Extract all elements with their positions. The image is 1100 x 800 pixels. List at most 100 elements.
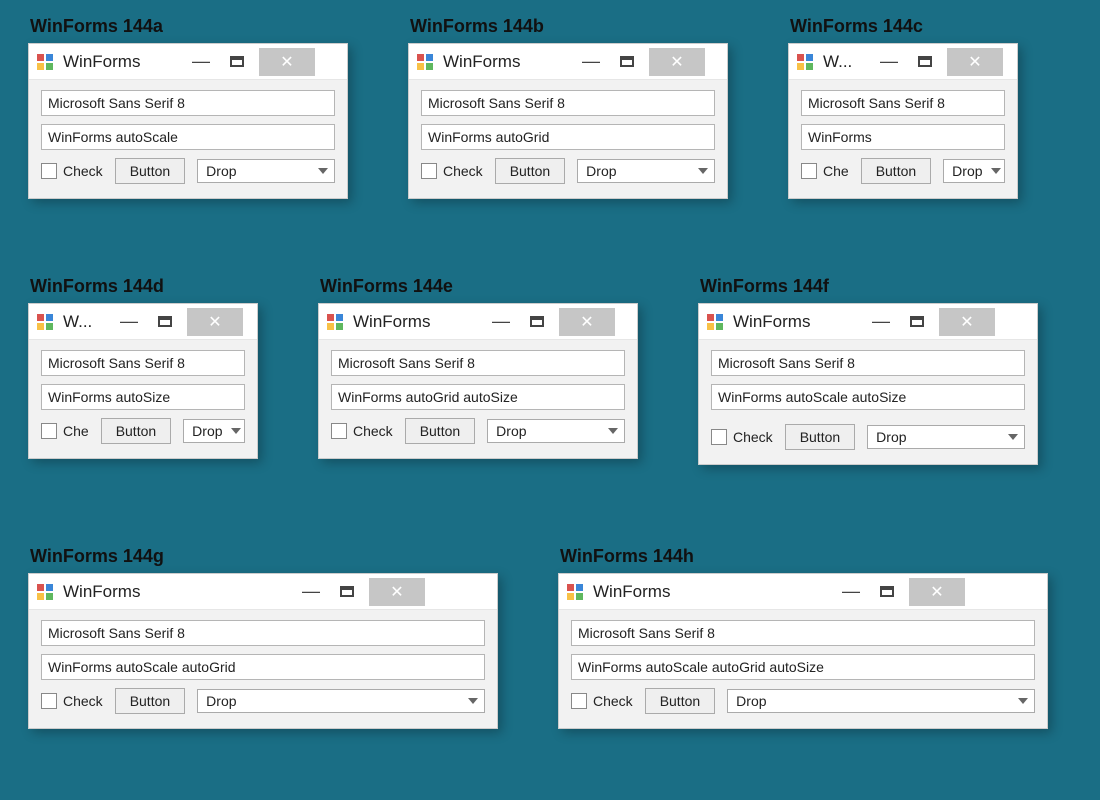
checkbox[interactable]: Che xyxy=(801,163,849,179)
close-button[interactable]: ✕ xyxy=(649,48,705,76)
dropdown[interactable]: Drop xyxy=(577,159,715,183)
textbox-2[interactable]: WinForms autoScale autoGrid xyxy=(41,654,485,680)
close-button[interactable]: ✕ xyxy=(369,578,425,606)
minimize-button[interactable]: — xyxy=(111,308,147,336)
minimize-button[interactable]: — xyxy=(293,578,329,606)
titlebar[interactable]: WinForms — ✕ xyxy=(409,44,727,80)
minimize-button[interactable]: — xyxy=(183,48,219,76)
dropdown[interactable]: Drop xyxy=(197,159,335,183)
minimize-button[interactable]: — xyxy=(863,308,899,336)
textbox-1[interactable]: Microsoft Sans Serif 8 xyxy=(421,90,715,116)
checkbox[interactable]: Check xyxy=(421,163,483,179)
close-button[interactable]: ✕ xyxy=(947,48,1003,76)
textbox-1[interactable]: Microsoft Sans Serif 8 xyxy=(571,620,1035,646)
maximize-button[interactable] xyxy=(907,48,943,76)
textbox-1[interactable]: Microsoft Sans Serif 8 xyxy=(711,350,1025,376)
checkbox-box-icon xyxy=(331,423,347,439)
panel-heading: WinForms 144c xyxy=(790,16,1018,37)
chevron-down-icon xyxy=(468,698,478,704)
dropdown[interactable]: Drop xyxy=(197,689,485,713)
close-button[interactable]: ✕ xyxy=(259,48,315,76)
app-icon xyxy=(567,584,583,600)
checkbox[interactable]: Check xyxy=(571,693,633,709)
minimize-button[interactable]: — xyxy=(871,48,907,76)
window: WinForms — ✕ Microsoft Sans Serif 8 WinF… xyxy=(408,43,728,199)
textbox-1[interactable]: Microsoft Sans Serif 8 xyxy=(331,350,625,376)
titlebar[interactable]: WinForms — ✕ xyxy=(29,44,347,80)
textbox-1[interactable]: Microsoft Sans Serif 8 xyxy=(801,90,1005,116)
titlebar[interactable]: W... — ✕ xyxy=(29,304,257,340)
minimize-button[interactable]: — xyxy=(573,48,609,76)
dropdown[interactable]: Drop xyxy=(727,689,1035,713)
dropdown-value: Drop xyxy=(876,429,906,445)
app-icon xyxy=(797,54,813,70)
button[interactable]: Button xyxy=(115,158,185,184)
dropdown-value: Drop xyxy=(952,163,982,179)
checkbox[interactable]: Check xyxy=(41,693,103,709)
checkbox[interactable]: Che xyxy=(41,423,89,439)
button[interactable]: Button xyxy=(405,418,475,444)
button[interactable]: Button xyxy=(495,158,565,184)
maximize-button[interactable] xyxy=(609,48,645,76)
minimize-icon: — xyxy=(582,51,600,72)
window-controls: — ✕ xyxy=(293,578,425,606)
button[interactable]: Button xyxy=(645,688,715,714)
close-button[interactable]: ✕ xyxy=(939,308,995,336)
checkbox-label: Che xyxy=(823,163,849,179)
panel-heading: WinForms 144e xyxy=(320,276,638,297)
minimize-button[interactable]: — xyxy=(833,578,869,606)
dropdown[interactable]: Drop xyxy=(943,159,1005,183)
textbox-1[interactable]: Microsoft Sans Serif 8 xyxy=(41,350,245,376)
controls-row: Check Button Drop xyxy=(711,424,1025,450)
minimize-button[interactable]: — xyxy=(483,308,519,336)
close-icon: ✕ xyxy=(960,312,973,332)
window-body: Microsoft Sans Serif 8 WinForms autoScal… xyxy=(29,610,497,728)
checkbox[interactable]: Check xyxy=(331,423,393,439)
maximize-button[interactable] xyxy=(869,578,905,606)
titlebar[interactable]: W... — ✕ xyxy=(789,44,1017,80)
maximize-button[interactable] xyxy=(519,308,555,336)
textbox-2[interactable]: WinForms autoScale xyxy=(41,124,335,150)
dropdown[interactable]: Drop xyxy=(487,419,625,443)
titlebar[interactable]: WinForms — ✕ xyxy=(699,304,1037,340)
textbox-2[interactable]: WinForms xyxy=(801,124,1005,150)
window: W... — ✕ Microsoft Sans Serif 8 WinForms… xyxy=(788,43,1018,199)
checkbox-box-icon xyxy=(801,163,817,179)
textbox-1[interactable]: Microsoft Sans Serif 8 xyxy=(41,620,485,646)
textbox-2[interactable]: WinForms autoGrid autoSize xyxy=(331,384,625,410)
button[interactable]: Button xyxy=(861,158,931,184)
close-icon: ✕ xyxy=(968,52,981,72)
maximize-button[interactable] xyxy=(219,48,255,76)
minimize-icon: — xyxy=(872,311,890,332)
titlebar[interactable]: WinForms — ✕ xyxy=(559,574,1047,610)
checkbox[interactable]: Check xyxy=(711,429,773,445)
titlebar[interactable]: WinForms — ✕ xyxy=(319,304,637,340)
checkbox-box-icon xyxy=(41,693,57,709)
minimize-icon: — xyxy=(492,311,510,332)
maximize-button[interactable] xyxy=(329,578,365,606)
maximize-icon xyxy=(230,56,244,67)
checkbox[interactable]: Check xyxy=(41,163,103,179)
button[interactable]: Button xyxy=(115,688,185,714)
textbox-2[interactable]: WinForms autoScale autoGrid autoSize xyxy=(571,654,1035,680)
textbox-2[interactable]: WinForms autoGrid xyxy=(421,124,715,150)
close-button[interactable]: ✕ xyxy=(187,308,243,336)
maximize-icon xyxy=(918,56,932,67)
dropdown[interactable]: Drop xyxy=(183,419,245,443)
titlebar[interactable]: WinForms — ✕ xyxy=(29,574,497,610)
chevron-down-icon xyxy=(991,168,1001,174)
textbox-2[interactable]: WinForms autoScale autoSize xyxy=(711,384,1025,410)
close-button[interactable]: ✕ xyxy=(559,308,615,336)
button[interactable]: Button xyxy=(101,418,171,444)
textbox-1[interactable]: Microsoft Sans Serif 8 xyxy=(41,90,335,116)
panel-heading: WinForms 144b xyxy=(410,16,728,37)
maximize-icon xyxy=(910,316,924,327)
button[interactable]: Button xyxy=(785,424,855,450)
close-button[interactable]: ✕ xyxy=(909,578,965,606)
checkbox-label: Check xyxy=(63,693,103,709)
maximize-button[interactable] xyxy=(147,308,183,336)
maximize-button[interactable] xyxy=(899,308,935,336)
checkbox-label: Check xyxy=(63,163,103,179)
dropdown[interactable]: Drop xyxy=(867,425,1025,449)
textbox-2[interactable]: WinForms autoSize xyxy=(41,384,245,410)
